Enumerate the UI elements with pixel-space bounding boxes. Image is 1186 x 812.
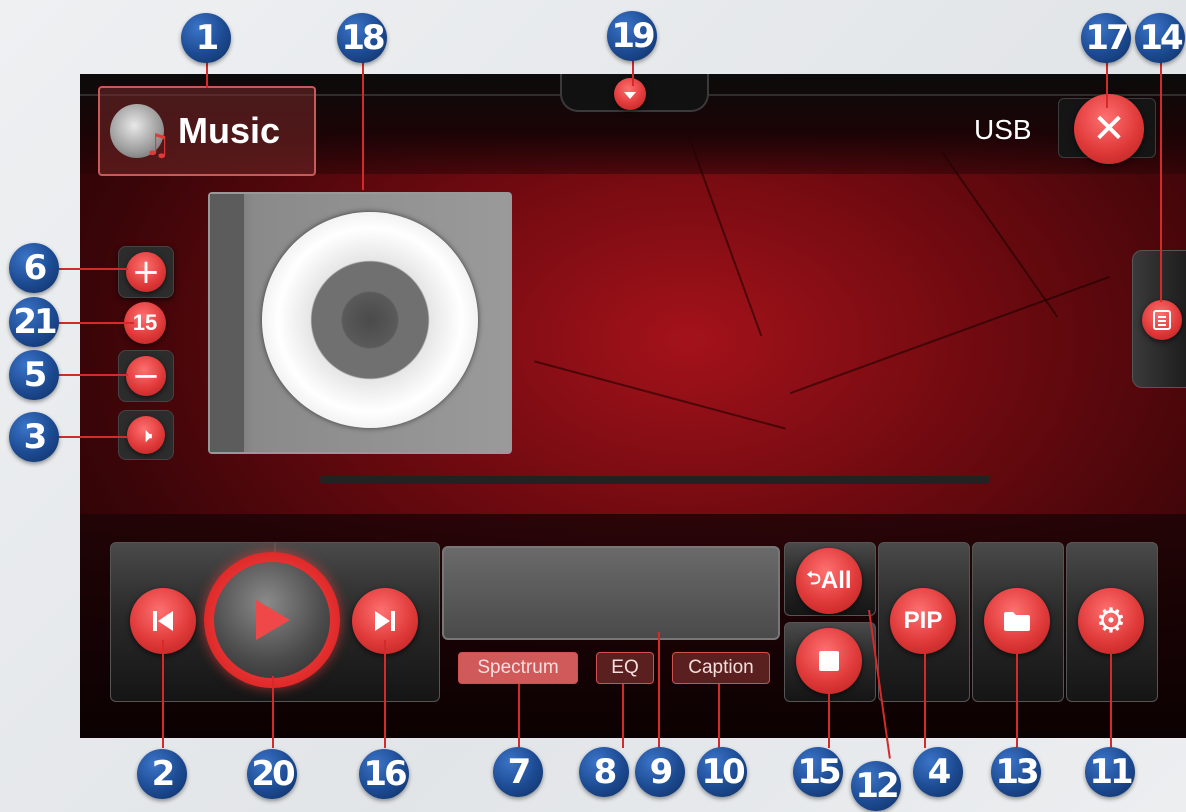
stop-button[interactable]	[796, 628, 862, 694]
leader-line	[58, 374, 128, 376]
album-art-spine	[210, 194, 244, 452]
volume-down-button[interactable]: −	[118, 350, 174, 402]
caption-label: Caption	[688, 657, 754, 678]
leader-line	[924, 652, 926, 748]
volume-level-value: 15	[132, 310, 158, 335]
leader-line	[718, 684, 720, 748]
callout-7: 7	[493, 747, 543, 797]
leader-line	[58, 268, 128, 270]
mute-button[interactable]: 🕨	[118, 410, 174, 460]
leader-line	[1106, 56, 1108, 108]
dropdown-button[interactable]	[614, 78, 646, 110]
volume-up-button[interactable]: +	[118, 246, 174, 298]
pip-button[interactable]: PIP	[890, 588, 956, 654]
list-button[interactable]	[1142, 300, 1182, 340]
pip-label: PIP	[903, 607, 943, 634]
eq-button[interactable]: EQ	[596, 652, 654, 684]
callout-6: 6	[9, 243, 59, 293]
settings-button[interactable]: ⚙	[1078, 588, 1144, 654]
texture-crack	[941, 152, 1059, 318]
spectrum-button[interactable]: Spectrum	[458, 652, 578, 684]
callout-19: 19	[607, 11, 657, 61]
progress-bar[interactable]	[320, 476, 990, 484]
texture-crack	[534, 360, 786, 430]
callout-18: 18	[337, 13, 387, 63]
plus-icon: +	[126, 252, 166, 292]
leader-line	[58, 322, 134, 324]
callout-14: 14	[1135, 13, 1185, 63]
leader-line	[622, 684, 624, 748]
skip-next-icon	[375, 611, 395, 631]
leader-line	[162, 640, 164, 748]
skip-previous-icon	[153, 611, 173, 631]
leader-line	[518, 684, 520, 748]
stop-icon	[819, 651, 839, 671]
gear-icon: ⚙	[1095, 601, 1127, 641]
callout-13: 13	[991, 747, 1041, 797]
close-button[interactable]: ✕	[1074, 94, 1144, 164]
callout-4: 4	[913, 747, 963, 797]
speaker-icon: 🕨	[127, 416, 165, 454]
callout-5: 5	[9, 350, 59, 400]
eq-label: EQ	[611, 657, 639, 678]
leader-line	[1110, 652, 1112, 748]
source-label: USB	[974, 114, 1032, 145]
album-art	[208, 192, 512, 454]
cd-icon	[262, 212, 478, 428]
callout-3: 3	[9, 412, 59, 462]
repeat-all-label: All	[820, 567, 852, 594]
callout-12: 12	[851, 761, 901, 811]
callout-8: 8	[579, 747, 629, 797]
leader-line	[1016, 652, 1018, 748]
close-icon: ✕	[1092, 106, 1126, 152]
folder-icon	[1004, 612, 1030, 631]
repeat-all-button[interactable]: ⮌ All	[796, 548, 862, 614]
play-icon	[256, 600, 290, 640]
leader-line	[658, 632, 660, 748]
leader-line	[1160, 56, 1162, 302]
leader-line	[828, 694, 830, 748]
spectrum-label: Spectrum	[477, 657, 559, 678]
callout-10: 10	[697, 747, 747, 797]
minus-icon: −	[126, 356, 166, 396]
chevron-down-icon	[624, 92, 636, 99]
music-screen: ♫ Music USB ✕ + 15 − 🕨 Spectrum EQ Capti…	[80, 74, 1186, 738]
leader-line	[384, 640, 386, 748]
callout-15: 15	[793, 747, 843, 797]
leader-line	[362, 56, 364, 190]
list-icon	[1153, 310, 1171, 330]
repeat-icon: ⮌	[806, 568, 821, 589]
app-title-box: ♫ Music	[98, 86, 316, 176]
spectrum-display	[442, 546, 780, 640]
play-button[interactable]	[214, 562, 330, 678]
callout-21: 21	[9, 297, 59, 347]
texture-crack	[789, 275, 1111, 395]
callout-11: 11	[1085, 747, 1135, 797]
callout-9: 9	[635, 747, 685, 797]
app-title: Music	[178, 110, 281, 151]
callout-2: 2	[137, 749, 187, 799]
folder-button[interactable]	[984, 588, 1050, 654]
callout-1: 1	[181, 13, 231, 63]
skull-music-icon: ♫	[110, 104, 171, 163]
leader-line	[272, 676, 274, 748]
callout-17: 17	[1081, 13, 1131, 63]
leader-line	[58, 436, 128, 438]
callout-16: 16	[359, 749, 409, 799]
caption-button[interactable]: Caption	[672, 652, 770, 684]
callout-20: 20	[247, 749, 297, 799]
